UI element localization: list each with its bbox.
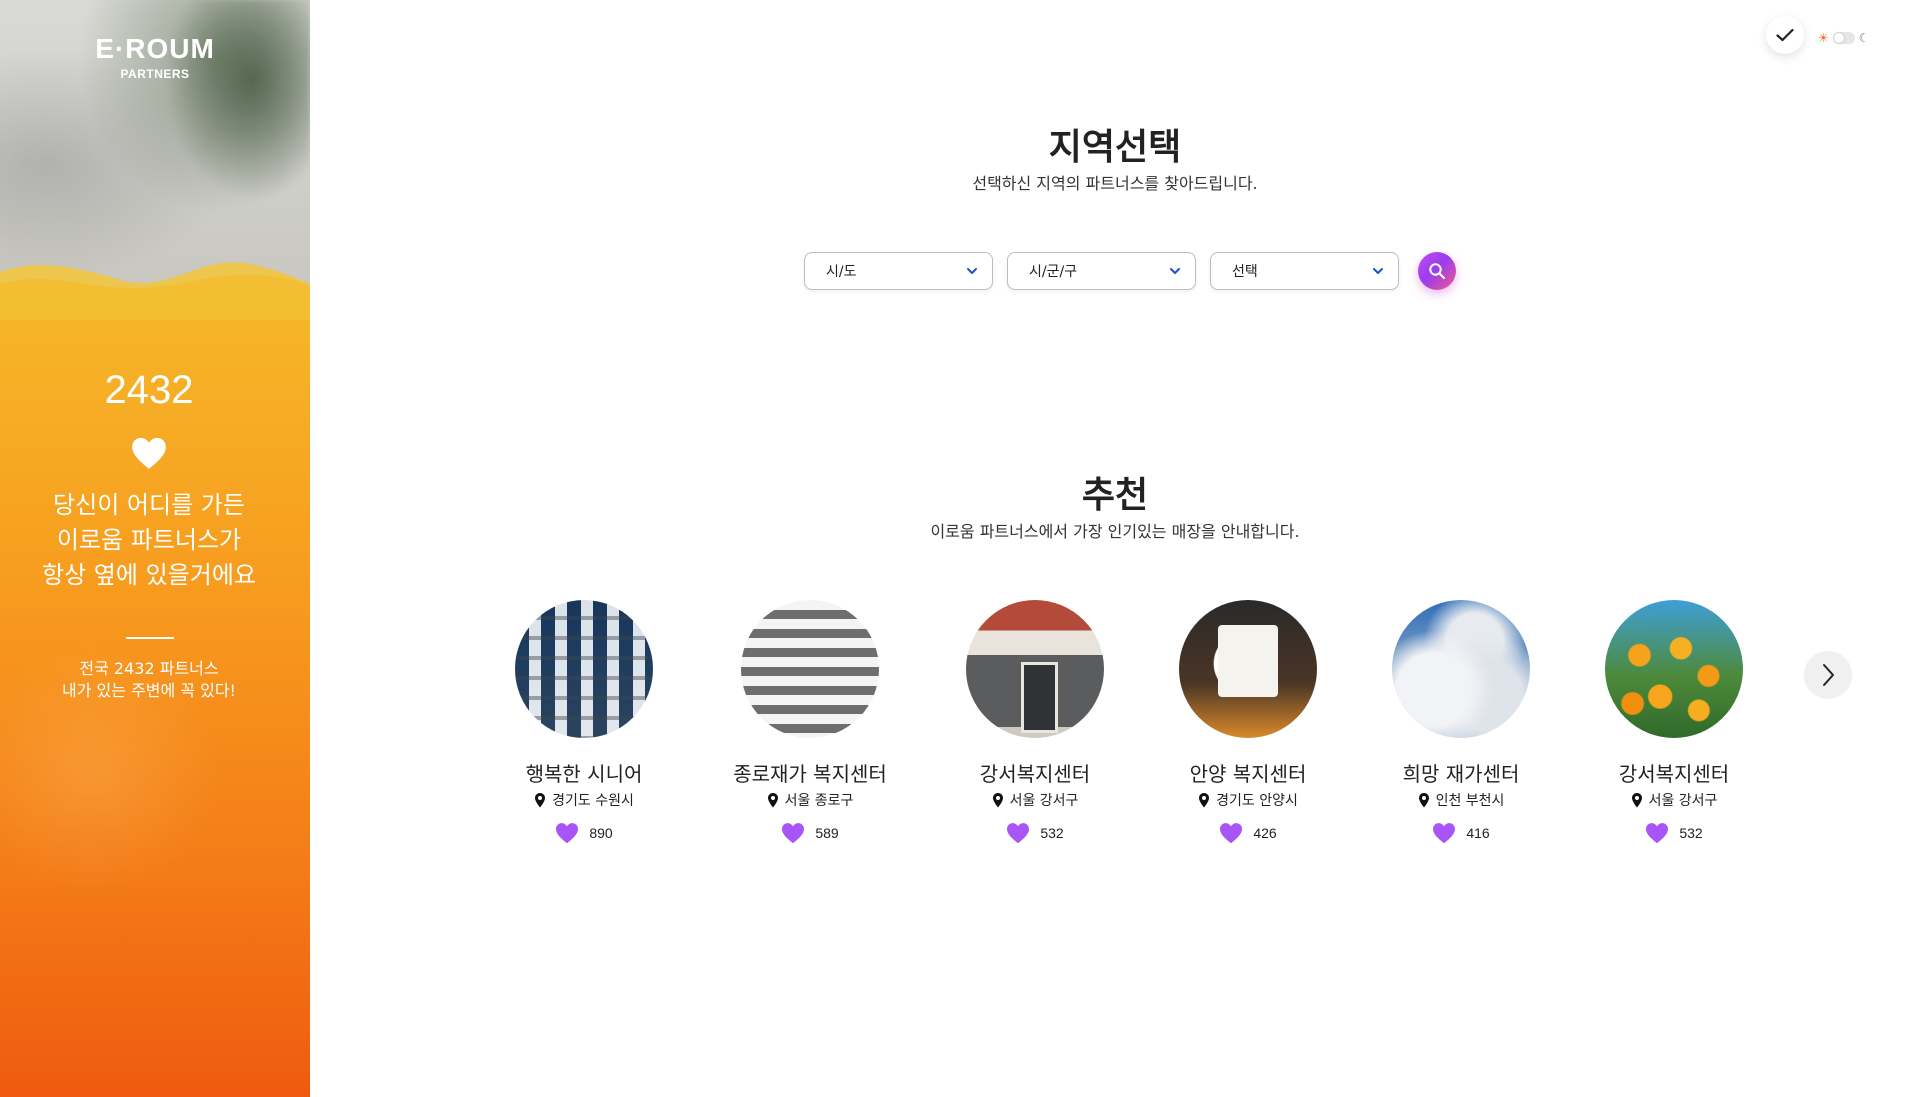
partner-card[interactable]: 종로재가 복지센터 서울 종로구 589: [710, 600, 910, 850]
card-location-text: 인천 부천시: [1435, 793, 1505, 809]
chevron-down-icon: [967, 268, 977, 274]
sidebar-plant-decoration: [165, 0, 310, 200]
card-location: 서울 종로구: [710, 790, 910, 810]
slogan-line: 이로움 파트너스가: [56, 526, 242, 554]
chevron-down-icon: [1373, 268, 1383, 274]
partner-card[interactable]: 희망 재가센터 인천 부천시 416: [1361, 600, 1561, 850]
partner-card[interactable]: 강서복지센터 서울 강서구 532: [1574, 600, 1774, 850]
chevron-down-icon: [1170, 268, 1180, 274]
heart-icon[interactable]: [1219, 822, 1243, 844]
card-likes-count: 890: [589, 825, 613, 841]
location-pin-icon: [992, 793, 1003, 808]
category-select-value: 선택: [1232, 264, 1258, 280]
card-name: 행복한 시니어: [525, 762, 643, 786]
province-select[interactable]: 시/도: [804, 252, 993, 290]
check-button[interactable]: [1766, 16, 1804, 54]
card-location-text: 서울 강서구: [1009, 793, 1079, 809]
location-pin-icon: [1631, 793, 1642, 808]
heart-icon[interactable]: [781, 822, 805, 844]
sidebar: E·ROUM PARTNERS 2432 당신이 어디를 가든 이로움 파트너스…: [0, 0, 310, 1097]
card-name: 강서복지센터: [1618, 762, 1730, 786]
card-image-crosswalk: [741, 600, 879, 738]
location-pin-icon: [767, 793, 778, 808]
chevron-right-icon: [1823, 664, 1834, 686]
card-image-flowers: [1605, 600, 1743, 738]
slogan-line: 항상 옆에 있을거에요: [42, 561, 256, 589]
partner-card[interactable]: 안양 복지센터 경기도 안양시 426: [1148, 600, 1348, 850]
heart-icon: [132, 437, 166, 469]
heart-icon[interactable]: [1645, 822, 1669, 844]
moon-icon: ☾: [1858, 31, 1870, 45]
card-location-text: 서울 강서구: [1648, 793, 1718, 809]
logo-subtext: PARTNERS: [120, 67, 190, 81]
recommend-description: 이로움 파트너스에서 가장 인기있는 매장을 안내합니다.: [930, 522, 1300, 541]
partner-card[interactable]: 행복한 시니어 경기도 수원시 890: [484, 600, 684, 850]
card-likes-count: 589: [815, 825, 839, 841]
card-image-storefront: [966, 600, 1104, 738]
card-likes: 416: [1361, 822, 1561, 844]
card-name: 강서복지센터: [979, 762, 1091, 786]
carousel-next-button[interactable]: [1804, 651, 1852, 699]
card-likes-count: 532: [1679, 825, 1703, 841]
heart-icon[interactable]: [555, 822, 579, 844]
card-likes: 532: [935, 822, 1135, 844]
sidebar-slogan: 당신이 어디를 가든 이로움 파트너스가 항상 옆에 있을거에요: [0, 488, 298, 593]
heart-icon[interactable]: [1006, 822, 1030, 844]
search-icon: [1429, 263, 1446, 280]
province-select-value: 시/도: [826, 264, 857, 280]
card-location: 경기도 안양시: [1148, 790, 1348, 810]
card-name: 희망 재가센터: [1402, 762, 1520, 786]
card-name: 안양 복지센터: [1189, 762, 1307, 786]
card-likes: 890: [484, 822, 684, 844]
brand-logo[interactable]: E·ROUM PARTNERS: [0, 33, 310, 82]
card-likes: 532: [1574, 822, 1774, 844]
card-location: 인천 부천시: [1361, 790, 1561, 810]
check-icon: [1776, 28, 1794, 42]
heart-icon[interactable]: [1432, 822, 1456, 844]
city-select-value: 시/군/구: [1029, 264, 1078, 280]
note-line: 내가 있는 주변에 꼭 있다!: [62, 681, 236, 700]
sun-icon: ☀: [1818, 31, 1829, 45]
card-likes-count: 426: [1253, 825, 1277, 841]
card-location: 경기도 수원시: [484, 790, 684, 810]
theme-switch[interactable]: [1832, 32, 1855, 44]
region-title: 지역선택: [1048, 127, 1182, 168]
note-line: 전국 2432 파트너스: [79, 659, 219, 678]
card-location-text: 경기도 안양시: [1216, 793, 1298, 809]
card-likes-count: 416: [1466, 825, 1490, 841]
city-select[interactable]: 시/군/구: [1007, 252, 1196, 290]
sidebar-wave: [0, 262, 310, 320]
partner-count: 2432: [104, 368, 194, 412]
partner-card[interactable]: 강서복지센터 서울 강서구 532: [935, 600, 1135, 850]
recommend-title: 추천: [1081, 475, 1149, 516]
card-location-text: 서울 종로구: [784, 793, 854, 809]
location-pin-icon: [535, 793, 546, 808]
sidebar-note: 전국 2432 파트너스 내가 있는 주변에 꼭 있다!: [0, 658, 298, 702]
logo-text: E·ROUM: [95, 33, 215, 64]
theme-toggle[interactable]: ☀ ☾: [1818, 30, 1874, 46]
card-likes: 589: [710, 822, 910, 844]
card-image-building: [515, 600, 653, 738]
card-image-sky: [1392, 600, 1530, 738]
card-location-text: 경기도 수원시: [552, 793, 634, 809]
location-pin-icon: [1199, 793, 1210, 808]
card-likes-count: 532: [1040, 825, 1064, 841]
card-location: 서울 강서구: [1574, 790, 1774, 810]
card-image-sign: [1179, 600, 1317, 738]
location-pin-icon: [1418, 793, 1429, 808]
card-likes: 426: [1148, 822, 1348, 844]
card-location: 서울 강서구: [935, 790, 1135, 810]
slogan-line: 당신이 어디를 가든: [53, 491, 245, 519]
category-select[interactable]: 선택: [1210, 252, 1399, 290]
card-name: 종로재가 복지센터: [733, 762, 887, 786]
sidebar-divider: [126, 637, 174, 639]
search-button[interactable]: [1418, 252, 1456, 290]
region-description: 선택하신 지역의 파트너스를 찾아드립니다.: [972, 174, 1258, 193]
